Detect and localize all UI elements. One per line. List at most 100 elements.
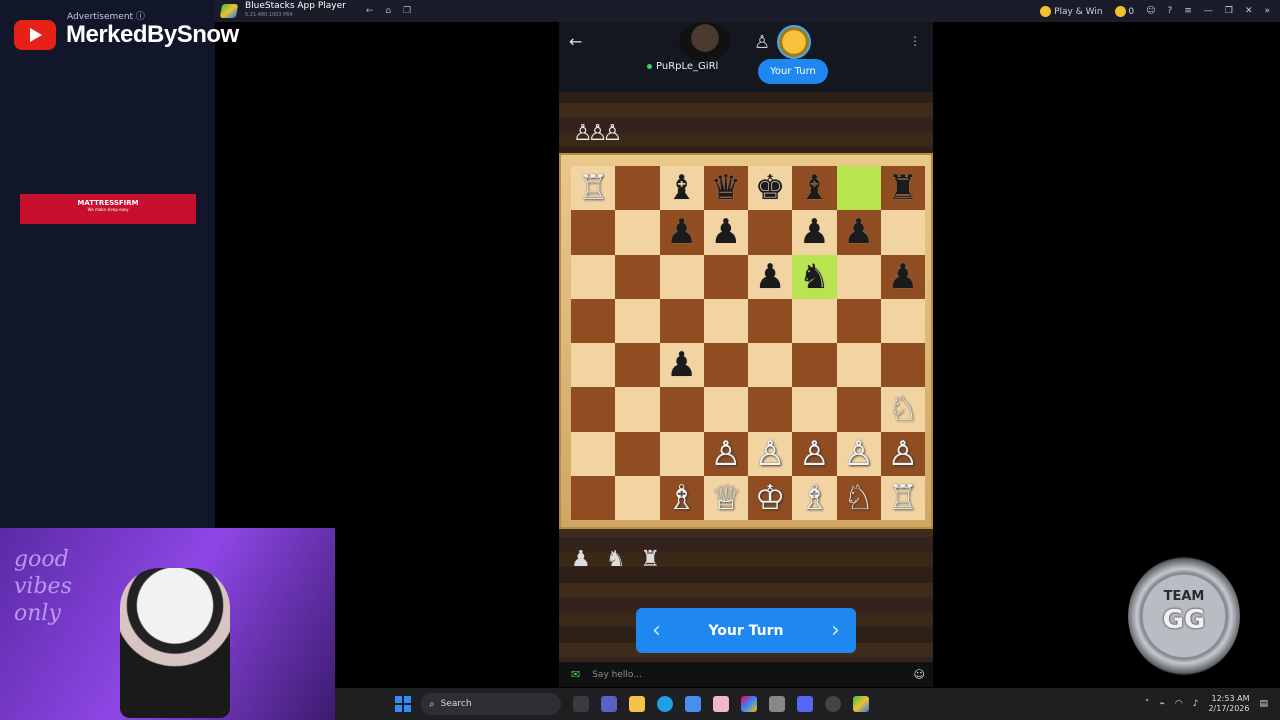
multi-instance-icon[interactable]: ❐ xyxy=(403,6,411,16)
emoji-icon[interactable]: ☺ xyxy=(914,668,925,681)
square-f2[interactable]: ♙ xyxy=(792,431,837,476)
back-icon[interactable]: ← xyxy=(366,6,374,16)
square-b3[interactable] xyxy=(615,387,660,432)
black-pawn-icon[interactable]: ♟ xyxy=(799,215,829,249)
windows-start-icon[interactable] xyxy=(395,696,411,712)
square-f3[interactable] xyxy=(792,387,837,432)
square-d1[interactable]: ♕ xyxy=(703,475,748,520)
square-g4[interactable] xyxy=(836,343,881,388)
chevron-right-icon[interactable]: › xyxy=(831,618,840,643)
black-pawn-icon[interactable]: ♟ xyxy=(755,260,785,294)
discord-icon[interactable] xyxy=(797,696,813,712)
black-queen-icon[interactable]: ♛ xyxy=(711,171,741,205)
square-g6[interactable] xyxy=(836,254,881,299)
white-rook-icon[interactable]: ♖ xyxy=(578,171,608,205)
square-d2[interactable]: ♙ xyxy=(703,431,748,476)
square-f8[interactable]: ♝ xyxy=(792,166,837,211)
network-icon[interactable]: ⌁ xyxy=(1159,699,1164,709)
expand-icon[interactable]: » xyxy=(1264,6,1270,16)
square-a4[interactable] xyxy=(571,343,616,388)
square-g5[interactable] xyxy=(836,298,881,343)
square-e3[interactable] xyxy=(748,387,793,432)
app-icon[interactable] xyxy=(713,696,729,712)
play-win-button[interactable]: Play & Win xyxy=(1040,5,1103,17)
white-knight-icon[interactable]: ♘ xyxy=(888,392,918,426)
square-b7[interactable] xyxy=(615,210,660,255)
back-arrow-icon[interactable]: ← xyxy=(569,32,582,51)
more-options-icon[interactable]: ⋮ xyxy=(909,34,921,48)
coin-balance[interactable]: 0 xyxy=(1114,5,1134,17)
square-h5[interactable] xyxy=(880,298,925,343)
menu-icon[interactable]: ≡ xyxy=(1184,6,1192,16)
close-icon[interactable]: ✕ xyxy=(1245,6,1253,16)
wifi-icon[interactable]: ◠ xyxy=(1175,699,1183,709)
black-pawn-icon[interactable]: ♟ xyxy=(843,215,873,249)
player-avatar[interactable] xyxy=(777,25,811,59)
black-bishop-icon[interactable]: ♝ xyxy=(666,171,696,205)
square-c2[interactable] xyxy=(659,431,704,476)
white-queen-icon[interactable]: ♕ xyxy=(711,481,741,515)
bluestacks-taskbar-icon[interactable] xyxy=(853,696,869,712)
square-d4[interactable] xyxy=(703,343,748,388)
black-rook-icon[interactable]: ♜ xyxy=(888,171,918,205)
white-knight-icon[interactable]: ♘ xyxy=(843,481,873,515)
black-pawn-icon[interactable]: ♟ xyxy=(666,215,696,249)
square-b6[interactable] xyxy=(615,254,660,299)
square-e2[interactable]: ♙ xyxy=(748,431,793,476)
square-e4[interactable] xyxy=(748,343,793,388)
white-pawn-icon[interactable]: ♙ xyxy=(799,437,829,471)
square-a1[interactable] xyxy=(571,475,616,520)
chess-board[interactable]: ♖ ♝ ♛ ♚ ♝ ♜ ♟ ♟ ♟ ♟ ♟ ♞ ♟ ♟ ♘ ♙ ♙ ♙ ♙ ♙ ♗ ♕ ♔ ♗ ♘ ♖ xyxy=(571,166,925,520)
square-e1[interactable]: ♔ xyxy=(748,475,793,520)
chat-icon[interactable]: ✉ xyxy=(571,668,580,681)
white-pawn-icon[interactable]: ♙ xyxy=(888,437,918,471)
square-f7[interactable]: ♟ xyxy=(792,210,837,255)
black-bishop-icon[interactable]: ♝ xyxy=(799,171,829,205)
your-turn-banner[interactable]: ‹ Your Turn › xyxy=(636,608,856,653)
white-bishop-icon[interactable]: ♗ xyxy=(799,481,829,515)
square-e5[interactable] xyxy=(748,298,793,343)
white-pawn-icon[interactable]: ♙ xyxy=(711,437,741,471)
black-pawn-icon[interactable]: ♟ xyxy=(711,215,741,249)
chevron-up-icon[interactable]: ˄ xyxy=(1145,699,1150,709)
edge-icon[interactable] xyxy=(657,696,673,712)
square-a2[interactable] xyxy=(571,431,616,476)
square-d8[interactable]: ♛ xyxy=(703,166,748,211)
square-g7[interactable]: ♟ xyxy=(836,210,881,255)
square-c3[interactable] xyxy=(659,387,704,432)
chevron-left-icon[interactable]: ‹ xyxy=(652,618,661,643)
white-pawn-icon[interactable]: ♙ xyxy=(755,437,785,471)
square-d6[interactable] xyxy=(703,254,748,299)
teams-icon[interactable] xyxy=(601,696,617,712)
task-view-icon[interactable] xyxy=(573,696,589,712)
file-explorer-icon[interactable] xyxy=(629,696,645,712)
square-e7[interactable] xyxy=(748,210,793,255)
clock[interactable]: 12:53 AM 2/17/2026 xyxy=(1208,694,1249,714)
square-d5[interactable] xyxy=(703,298,748,343)
square-c8[interactable]: ♝ xyxy=(659,166,704,211)
square-b2[interactable] xyxy=(615,431,660,476)
square-c7[interactable]: ♟ xyxy=(659,210,704,255)
square-f1[interactable]: ♗ xyxy=(792,475,837,520)
square-f4[interactable] xyxy=(792,343,837,388)
square-g8[interactable] xyxy=(836,166,881,211)
black-king-icon[interactable]: ♚ xyxy=(755,171,785,205)
square-h3[interactable]: ♘ xyxy=(880,387,925,432)
square-e8[interactable]: ♚ xyxy=(748,166,793,211)
chat-input[interactable]: Say hello... xyxy=(592,670,642,680)
account-avatar-icon[interactable]: ☺ xyxy=(1146,6,1155,16)
square-h7[interactable] xyxy=(880,210,925,255)
white-bishop-icon[interactable]: ♗ xyxy=(666,481,696,515)
white-rook-icon[interactable]: ♖ xyxy=(888,481,918,515)
square-a7[interactable] xyxy=(571,210,616,255)
square-e6[interactable]: ♟ xyxy=(748,254,793,299)
notification-icon[interactable]: ▤ xyxy=(1259,699,1268,709)
square-c6[interactable] xyxy=(659,254,704,299)
home-icon[interactable]: ⌂ xyxy=(385,6,391,16)
square-a5[interactable] xyxy=(571,298,616,343)
square-b5[interactable] xyxy=(615,298,660,343)
square-b4[interactable] xyxy=(615,343,660,388)
square-a3[interactable] xyxy=(571,387,616,432)
square-f5[interactable] xyxy=(792,298,837,343)
square-g3[interactable] xyxy=(836,387,881,432)
